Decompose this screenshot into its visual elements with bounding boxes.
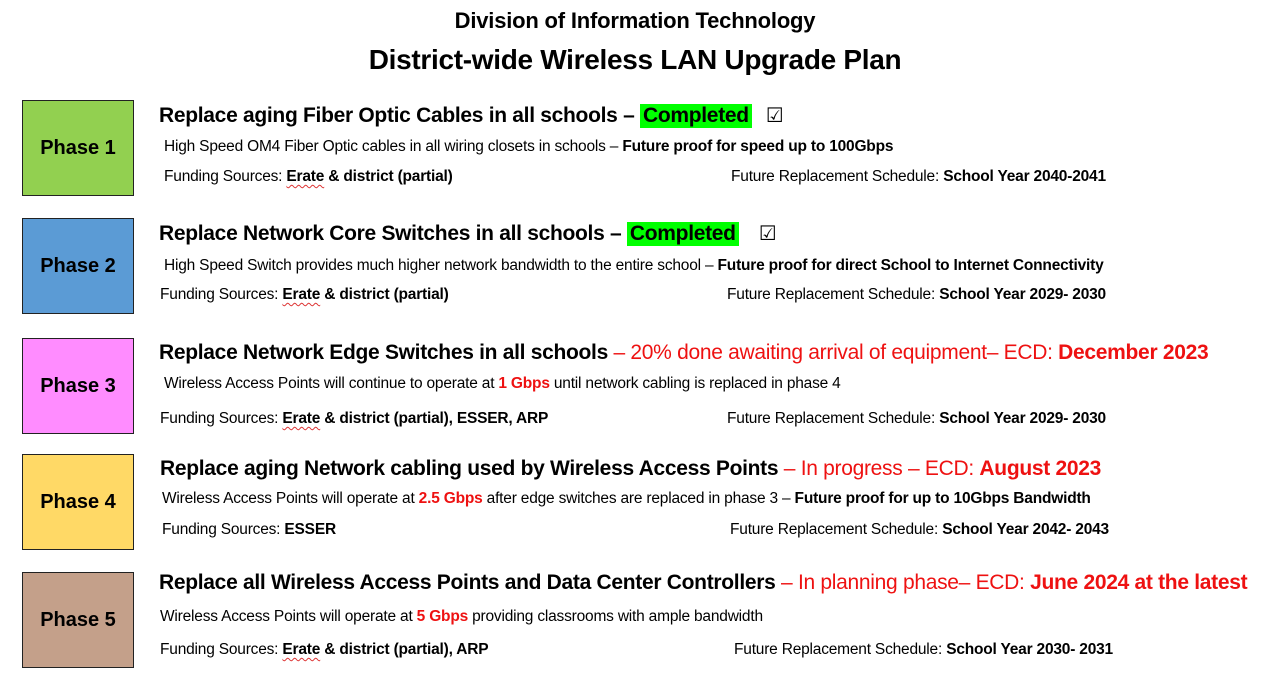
phase-2-completed-badge: Completed (626, 222, 739, 246)
phase-3-desc-text-end: until network cabling is replaced in pha… (549, 375, 841, 392)
schedule-value: School Year 2029- 2030 (939, 410, 1106, 427)
phase-1-completed-badge: Completed (639, 104, 752, 128)
phase-1-schedule: Future Replacement Schedule: School Year… (731, 168, 1106, 186)
phase-5-ecd-date: June 2024 at the latest (1030, 571, 1248, 594)
phase-1-desc-highlight: Future proof for speed up to 100Gbps (622, 138, 894, 155)
funding-erate: Erate (282, 286, 321, 303)
schedule-label: Future Replacement Schedule: (734, 641, 947, 658)
phase-4-schedule: Future Replacement Schedule: School Year… (730, 521, 1109, 539)
funding-label: Funding Sources: (162, 521, 285, 538)
funding-label: Funding Sources: (160, 641, 283, 658)
phase-5-badge: Phase 5 (22, 572, 134, 668)
phase-1-description: High Speed OM4 Fiber Optic cables in all… (164, 138, 893, 156)
phase-4-ecd-date: August 2023 (979, 457, 1101, 480)
phase-3-funding: Funding Sources: Erate & district (parti… (160, 410, 548, 428)
phase-4-funding: Funding Sources: ESSER (162, 521, 336, 539)
page-title: District-wide Wireless LAN Upgrade Plan (368, 44, 902, 75)
phase-2-desc-text: High Speed Switch provides much higher n… (164, 257, 718, 274)
schedule-label: Future Replacement Schedule: (727, 286, 940, 303)
phase-5-desc-text-end: providing classrooms with ample bandwidt… (468, 608, 763, 625)
phase-4-title: Replace aging Network cabling used by Wi… (160, 457, 1101, 481)
funding-value: & district (partial), ARP (320, 641, 489, 658)
phase-1-badge: Phase 1 (22, 100, 134, 196)
schedule-value: School Year 2029- 2030 (939, 286, 1106, 303)
funding-label: Funding Sources: (160, 286, 283, 303)
title-dash: – (617, 104, 640, 127)
funding-erate: Erate (282, 410, 321, 427)
phase-2-schedule: Future Replacement Schedule: School Year… (727, 286, 1106, 304)
phase-2-badge: Phase 2 (22, 218, 134, 314)
phase-2-title: Replace Network Core Switches in all sch… (159, 221, 777, 246)
phase-5-speed: 5 Gbps (416, 608, 469, 625)
phase-3-schedule: Future Replacement Schedule: School Year… (727, 410, 1106, 428)
funding-label: Funding Sources: (164, 168, 287, 185)
phase-1-funding: Funding Sources: Erate & district (parti… (164, 168, 453, 186)
phase-5-schedule: Future Replacement Schedule: School Year… (734, 641, 1113, 659)
phase-1-title: Replace aging Fiber Optic Cables in all … (159, 103, 784, 128)
title-dash: – (607, 341, 631, 364)
phase-1-title-text: Replace aging Fiber Optic Cables in all … (159, 104, 618, 127)
title-dash: – (604, 222, 627, 245)
phase-4-status: In progress – ECD: (800, 457, 980, 480)
phase-4-desc-text: Wireless Access Points will operate at (162, 490, 419, 507)
phase-2-description: High Speed Switch provides much higher n… (164, 257, 1104, 275)
funding-value: & district (partial) (320, 286, 449, 303)
funding-value: & district (partial), ESSER, ARP (320, 410, 549, 427)
phase-4-description: Wireless Access Points will operate at 2… (162, 490, 1091, 508)
phase-3-speed: 1 Gbps (498, 375, 550, 392)
schedule-label: Future Replacement Schedule: (730, 521, 943, 538)
schedule-label: Future Replacement Schedule: (731, 168, 944, 185)
phase-2-funding: Funding Sources: Erate & district (parti… (160, 286, 449, 304)
phase-5-status: In planning phase– ECD: (797, 571, 1031, 594)
phase-5-title: Replace all Wireless Access Points and D… (159, 571, 1248, 595)
phase-3-title-text: Replace Network Edge Switches in all sch… (159, 341, 608, 364)
schedule-value: School Year 2040-2041 (943, 168, 1106, 185)
phase-3-status: 20% done awaiting arrival of equipment– … (630, 341, 1059, 364)
phase-3-badge: Phase 3 (22, 338, 134, 434)
checkbox-checked-icon: ☑ (758, 223, 777, 245)
phase-2-title-text: Replace Network Core Switches in all sch… (159, 222, 605, 245)
phase-3-description: Wireless Access Points will continue to … (164, 375, 841, 393)
checkbox-checked-icon: ☑ (765, 105, 784, 127)
phase-4-badge: Phase 4 (22, 454, 134, 550)
funding-erate: Erate (286, 168, 325, 185)
phase-5-title-text: Replace all Wireless Access Points and D… (159, 571, 776, 594)
phase-3-desc-text: Wireless Access Points will continue to … (164, 375, 499, 392)
phase-4-speed: 2.5 Gbps (418, 490, 483, 507)
phase-3-title: Replace Network Edge Switches in all sch… (159, 341, 1209, 365)
schedule-label: Future Replacement Schedule: (727, 410, 940, 427)
title-dash: – (775, 571, 798, 594)
funding-label: Funding Sources: (160, 410, 283, 427)
phase-2-desc-highlight: Future proof for direct School to Intern… (717, 257, 1104, 274)
phase-5-funding: Funding Sources: Erate & district (parti… (160, 641, 489, 659)
funding-erate: Erate (282, 641, 321, 658)
title-dash: – (778, 457, 801, 480)
phase-4-title-text: Replace aging Network cabling used by Wi… (160, 457, 779, 480)
schedule-value: School Year 2030- 2031 (946, 641, 1113, 658)
phase-5-description: Wireless Access Points will operate at 5… (160, 608, 763, 626)
phase-3-ecd-date: December 2023 (1058, 341, 1209, 364)
funding-value: ESSER (284, 521, 336, 538)
phase-5-desc-text: Wireless Access Points will operate at (160, 608, 417, 625)
schedule-value: School Year 2042- 2043 (942, 521, 1109, 538)
phase-1-desc-text: High Speed OM4 Fiber Optic cables in all… (164, 138, 623, 155)
phase-4-desc-text-end: after edge switches are replaced in phas… (482, 490, 795, 507)
division-heading: Division of Information Technology (454, 8, 816, 33)
funding-value: & district (partial) (324, 168, 453, 185)
phase-4-desc-highlight: Future proof for up to 10Gbps Bandwidth (794, 490, 1091, 507)
